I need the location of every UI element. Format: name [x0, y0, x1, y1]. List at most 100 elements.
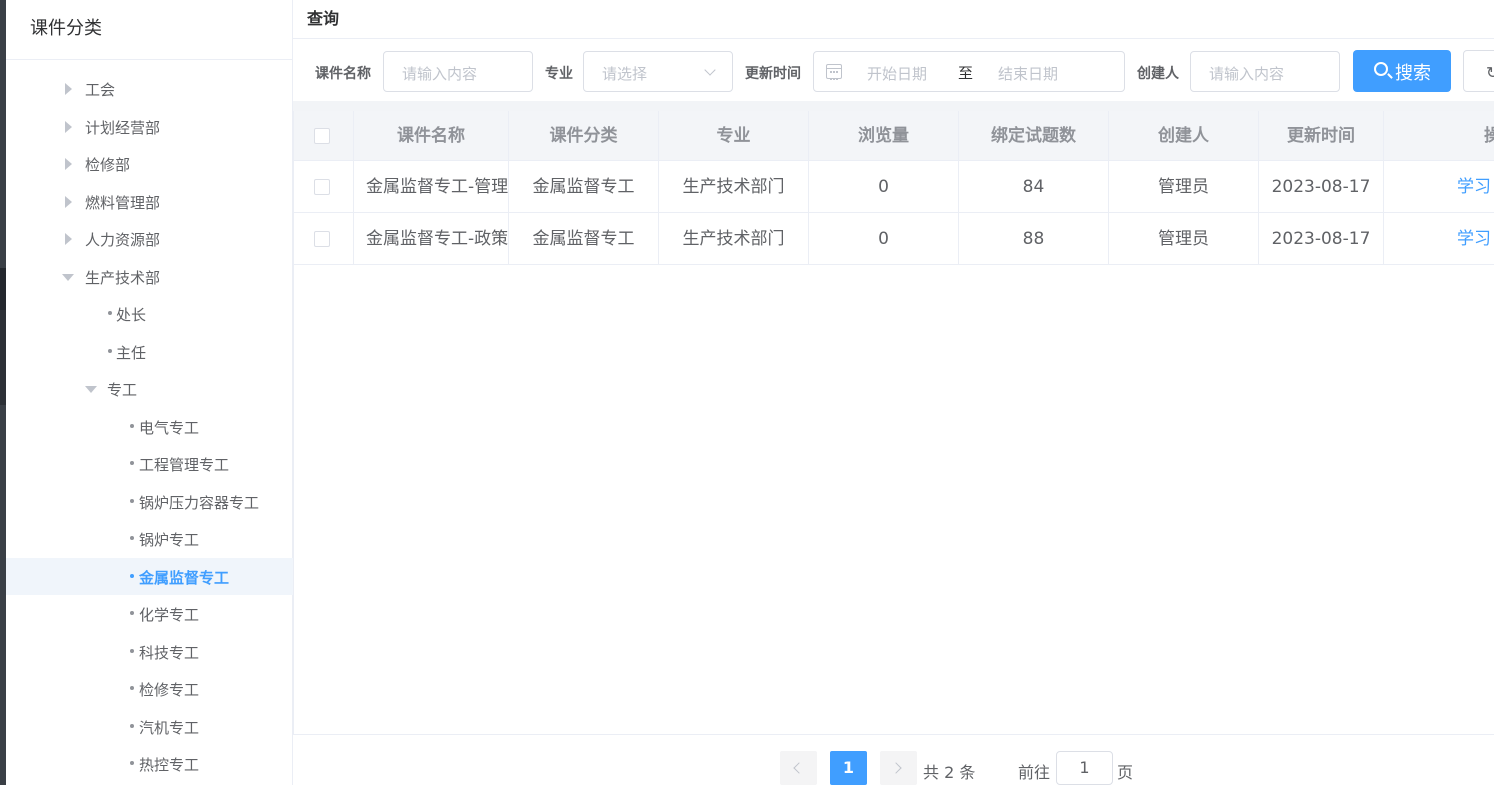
tree-node-label: 电气专工: [139, 419, 200, 437]
column-header[interactable]: 创建人: [1109, 111, 1259, 161]
course-name-input[interactable]: 请输入内容: [383, 51, 533, 92]
section-gap: [293, 101, 1494, 111]
course-name-placeholder: 请输入内容: [402, 65, 478, 83]
goto-label: 前往: [1018, 763, 1051, 782]
cell-name: 金属监督专工-管理: [354, 161, 509, 213]
caret-down-icon[interactable]: [85, 386, 97, 393]
tree-node-label: 锅炉专工: [139, 531, 200, 549]
tree-node-chuzhang[interactable]: 处长: [6, 295, 293, 332]
end-date-input[interactable]: 结束日期: [998, 63, 1058, 84]
tree-node-label: 计划经营部: [85, 119, 161, 137]
major-select[interactable]: 请选择: [583, 51, 733, 92]
tree-node-thermal-control[interactable]: 热控专工: [6, 745, 293, 782]
tree-node-production[interactable]: 生产技术部: [6, 258, 293, 295]
table-border: [293, 111, 294, 735]
table-row: 金属监督专工-政策 金属监督专工 生产技术部门 0 88 管理员 2023-08…: [293, 213, 1494, 265]
caret-right-icon[interactable]: [65, 158, 72, 170]
bullet-icon: [130, 536, 134, 540]
creator-placeholder: 请输入内容: [1209, 65, 1285, 83]
column-header: 操: [1484, 126, 1494, 146]
caret-right-icon[interactable]: [65, 233, 72, 245]
study-link[interactable]: 学习: [1457, 213, 1494, 265]
tree-node-label: 锅炉压力容器专工: [139, 494, 260, 512]
tree-node-label: 专工: [107, 381, 138, 399]
header-select-all-cell: [293, 111, 354, 161]
caret-right-icon[interactable]: [65, 121, 72, 133]
tree-node-metal-supervision[interactable]: 金属监督专工: [6, 558, 293, 595]
column-header[interactable]: 课件名称: [354, 111, 509, 161]
tree-node-label: 工会: [85, 81, 116, 99]
bullet-icon: [130, 761, 134, 765]
page-number-current[interactable]: 1: [830, 751, 867, 785]
bullet-icon: [108, 311, 112, 315]
reset-button[interactable]: ↻: [1463, 50, 1494, 92]
search-button[interactable]: 搜索: [1353, 50, 1451, 92]
tree-node-label: 检修专工: [139, 681, 200, 699]
tree-node-zhuren[interactable]: 主任: [6, 333, 293, 370]
bullet-icon: [130, 461, 134, 465]
tree-node-boiler[interactable]: 锅炉专工: [6, 520, 293, 557]
major-label: 专业: [545, 66, 573, 82]
tree-node-chemistry[interactable]: 化学专工: [6, 595, 293, 632]
cell-updated: 2023-08-17: [1259, 161, 1384, 213]
column-header[interactable]: 课件分类: [509, 111, 659, 161]
table-row: 金属监督专工-管理 金属监督专工 生产技术部门 0 84 管理员 2023-08…: [293, 161, 1494, 213]
tree-node-engineering[interactable]: 工程管理专工: [6, 445, 293, 482]
tree-node-electrical[interactable]: 电气专工: [6, 408, 293, 445]
creator-label: 创建人: [1137, 66, 1179, 82]
tree-node-maintenance[interactable]: 检修部: [6, 145, 293, 182]
next-page-button[interactable]: [880, 751, 917, 785]
search-button-label: 搜索: [1395, 63, 1431, 84]
tree-node-technology[interactable]: 科技专工: [6, 633, 293, 670]
cell-creator: 管理员: [1109, 161, 1259, 213]
tree-node-turbine[interactable]: 汽机专工: [6, 708, 293, 745]
tree-node-label: 检修部: [85, 156, 131, 174]
cell-name: 金属监督专工-政策: [354, 213, 509, 265]
bullet-icon: [130, 611, 134, 615]
creator-input[interactable]: 请输入内容: [1190, 51, 1340, 92]
page-suffix: 页: [1117, 763, 1134, 782]
cell-views: 0: [809, 213, 959, 265]
caret-right-icon[interactable]: [65, 83, 72, 95]
study-link[interactable]: 学习: [1457, 161, 1494, 213]
column-header[interactable]: 浏览量: [809, 111, 959, 161]
column-header[interactable]: 更新时间: [1259, 111, 1384, 161]
prev-page-button[interactable]: [780, 751, 817, 785]
row-checkbox[interactable]: [314, 231, 330, 247]
tree-node-boiler-pressure[interactable]: 锅炉压力容器专工: [6, 483, 293, 520]
tree-node-gonghui[interactable]: 工会: [6, 70, 293, 107]
update-time-label: 更新时间: [745, 66, 801, 82]
tree-node-plan[interactable]: 计划经营部: [6, 108, 293, 145]
table-border: [293, 734, 1494, 735]
row-select-cell: [293, 213, 354, 265]
tree-node-repair[interactable]: 检修专工: [6, 670, 293, 707]
select-all-checkbox[interactable]: [314, 128, 330, 144]
tree-node-hr[interactable]: 人力资源部: [6, 220, 293, 257]
tree-node-label: 金属监督专工: [139, 569, 230, 587]
tree-node-label: 化学专工: [139, 606, 200, 624]
table-header: 课件名称 课件分类 专业 浏览量 绑定试题数 创建人 更新时间 操: [293, 111, 1494, 161]
query-title: 查询: [307, 9, 340, 28]
cell-questions: 88: [959, 213, 1109, 265]
tree-node-fuel[interactable]: 燃料管理部: [6, 183, 293, 220]
cell-updated: 2023-08-17: [1259, 213, 1384, 265]
range-separator: 至: [958, 64, 974, 82]
course-name-label: 课件名称: [315, 66, 371, 82]
main-content: 查询 课件名称 请输入内容 专业 请选择 更新时间 开始日期 至 结束日期 创建…: [293, 0, 1494, 785]
calendar-icon: [826, 64, 842, 80]
bullet-icon: [130, 499, 134, 503]
tree-node-zhuangong[interactable]: 专工: [6, 370, 293, 407]
date-range-picker[interactable]: 开始日期 至 结束日期: [813, 51, 1125, 92]
tree-node-label: 工程管理专工: [139, 456, 230, 474]
column-header[interactable]: 绑定试题数: [959, 111, 1109, 161]
query-divider: [293, 38, 1494, 39]
tree-node-label: 科技专工: [139, 644, 200, 662]
column-header[interactable]: 专业: [659, 111, 809, 161]
bullet-icon: [130, 724, 134, 728]
caret-right-icon[interactable]: [65, 196, 72, 208]
caret-down-icon[interactable]: [62, 274, 74, 281]
goto-page-input[interactable]: 1: [1056, 751, 1113, 785]
cell-creator: 管理员: [1109, 213, 1259, 265]
row-checkbox[interactable]: [314, 179, 330, 195]
start-date-input[interactable]: 开始日期: [867, 63, 927, 84]
